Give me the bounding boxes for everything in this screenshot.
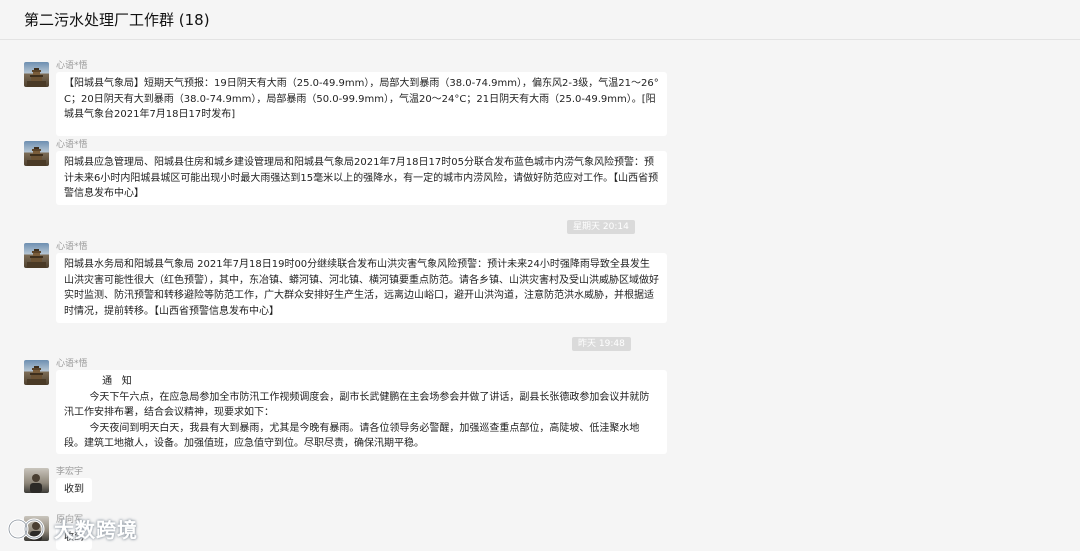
timestamp: 星期天 20:14: [567, 220, 635, 234]
chat-header: 第二污水处理厂工作群 (18): [0, 0, 1080, 40]
message-bubble[interactable]: 收到: [56, 478, 92, 502]
pagoda-icon: [27, 249, 46, 268]
sender-name: 心语*悟: [56, 359, 88, 369]
person-avatar[interactable]: [24, 468, 49, 493]
pagoda-icon: [27, 366, 46, 385]
chat-title[interactable]: 第二污水处理厂工作群 (18): [24, 9, 210, 30]
pagoda-avatar[interactable]: [24, 141, 49, 166]
message-bubble[interactable]: 通 知 今天下午六点，在应急局参加全市防汛工作视频调度会，副市长武健鹏在主会场参…: [56, 370, 667, 454]
pagoda-icon: [27, 68, 46, 87]
message-bubble[interactable]: 阳城县应急管理局、阳城县住房和城乡建设管理局和阳城县气象局2021年7月18日1…: [56, 151, 667, 205]
pagoda-icon: [27, 147, 46, 166]
watermark: 大数跨境: [6, 514, 138, 543]
watermark-text: 大数跨境: [54, 518, 138, 542]
timestamp: 昨天 19:48: [572, 337, 631, 351]
pagoda-avatar[interactable]: [24, 62, 49, 87]
sender-name: 心语*悟: [56, 242, 88, 252]
sender-name: 心语*悟: [56, 140, 88, 150]
sender-name: 心语*悟: [56, 61, 88, 71]
sender-name: 李宏宇: [56, 467, 84, 477]
watermark-logo-icon: [7, 518, 45, 539]
pagoda-avatar[interactable]: [24, 243, 49, 268]
message-bubble[interactable]: 阳城县水务局和阳城县气象局 2021年7月18日19时00分继续联合发布山洪灾害…: [56, 253, 667, 323]
pagoda-avatar[interactable]: [24, 360, 49, 385]
message-bubble[interactable]: 【阳城县气象局】短期天气预报：19日阴天有大雨（25.0-49.9mm），局部大…: [56, 72, 667, 136]
person-icon: [30, 474, 42, 493]
